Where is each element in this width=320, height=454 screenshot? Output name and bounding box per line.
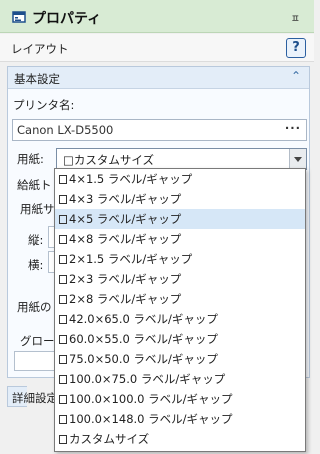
paper-option[interactable]: 2×1.5 ラベル/ギャップ <box>55 249 305 269</box>
paper-select[interactable]: □カスタムサイズ <box>56 148 307 170</box>
detail-settings-header[interactable]: 詳細設定 <box>7 386 58 407</box>
paper-option[interactable]: 4×1.5 ラベル/ギャップ <box>55 169 305 189</box>
paper-orientation-label: 用紙の <box>17 300 52 314</box>
paper-option[interactable]: カスタムサイズ <box>55 429 305 449</box>
basic-settings-title: 基本設定 <box>14 72 60 86</box>
paper-option[interactable]: 4×8 ラベル/ギャップ <box>55 229 305 249</box>
checkbox-icon <box>59 255 67 264</box>
checkbox-icon <box>59 435 67 444</box>
width-label: 横: <box>28 258 44 272</box>
paper-select-value: □カスタムサイズ <box>63 153 155 167</box>
checkbox-icon <box>59 235 67 244</box>
paper-option[interactable]: 75.0×50.0 ラベル/ギャップ <box>55 349 305 369</box>
paper-option[interactable]: 2×3 ラベル/ギャップ <box>55 269 305 289</box>
paper-option-label: 2×8 ラベル/ギャップ <box>69 292 182 306</box>
paper-label: 用紙: <box>17 152 44 166</box>
height-label: 縦: <box>28 233 44 247</box>
paper-option-label: 60.0×55.0 ラベル/ギャップ <box>69 332 218 346</box>
printer-name-field[interactable]: Canon LX-D5500 ··· <box>12 119 307 141</box>
paper-option[interactable]: 100.0×100.0 ラベル/ギャップ <box>55 389 305 409</box>
paper-option-label: 75.0×50.0 ラベル/ギャップ <box>69 352 218 366</box>
layout-label: レイアウト <box>11 42 69 56</box>
printer-name-label: プリンタ名: <box>13 98 75 112</box>
detail-settings-title: 詳細設定 <box>12 391 58 405</box>
paper-option[interactable]: 4×5 ラベル/ギャップ <box>55 209 305 229</box>
printer-name-value: Canon LX-D5500 <box>17 123 114 137</box>
paper-option-label: 4×1.5 ラベル/ギャップ <box>69 172 193 186</box>
paper-option-label: カスタムサイズ <box>69 432 150 446</box>
checkbox-icon <box>59 415 67 424</box>
checkbox-icon <box>59 275 67 284</box>
properties-icon <box>12 11 26 23</box>
paper-option-label: 100.0×100.0 ラベル/ギャップ <box>69 392 233 406</box>
paper-option-label: 42.0×65.0 ラベル/ギャップ <box>69 312 218 326</box>
paper-option[interactable]: 100.0×148.0 ラベル/ギャップ <box>55 409 305 429</box>
checkbox-icon <box>59 175 67 184</box>
checkbox-icon <box>59 375 67 384</box>
chevron-down-icon[interactable] <box>289 149 306 169</box>
layout-toolbar: レイアウト ? <box>0 34 314 62</box>
paper-option[interactable]: 2×8 ラベル/ギャップ <box>55 289 305 309</box>
paper-option-label: 100.0×75.0 ラベル/ギャップ <box>69 372 226 386</box>
paper-option[interactable]: 60.0×55.0 ラベル/ギャップ <box>55 329 305 349</box>
paper-option-label: 2×3 ラベル/ギャップ <box>69 272 182 286</box>
collapse-chevron-icon[interactable]: ⌃ <box>291 69 301 83</box>
checkbox-icon <box>59 295 67 304</box>
checkbox-icon <box>59 395 67 404</box>
paper-option-label: 4×5 ラベル/ギャップ <box>69 212 182 226</box>
pin-icon[interactable]: ㅍ <box>291 10 300 25</box>
paper-size-label: 用紙サ <box>20 202 55 216</box>
title-bar: プロパティ ㅍ <box>0 0 314 33</box>
checkbox-icon <box>59 355 67 364</box>
panel-title: プロパティ <box>32 11 102 27</box>
paper-option[interactable]: 100.0×75.0 ラベル/ギャップ <box>55 369 305 389</box>
paper-option-label: 2×1.5 ラベル/ギャップ <box>69 252 193 266</box>
paper-option-label: 100.0×148.0 ラベル/ギャップ <box>69 412 233 426</box>
checkbox-icon <box>59 315 67 324</box>
checkbox-icon <box>59 215 67 224</box>
help-button[interactable]: ? <box>286 38 306 58</box>
paper-option-label: 4×3 ラベル/ギャップ <box>69 192 182 206</box>
browse-printer-button[interactable]: ··· <box>285 121 301 135</box>
paper-option-label: 4×8 ラベル/ギャップ <box>69 232 182 246</box>
checkbox-icon <box>59 335 67 344</box>
paper-option[interactable]: 4×3 ラベル/ギャップ <box>55 189 305 209</box>
paper-source-label: 給紙ト <box>17 178 52 192</box>
checkbox-icon <box>59 195 67 204</box>
basic-settings-header[interactable]: 基本設定 ⌃ <box>8 67 309 89</box>
paper-option[interactable]: 42.0×65.0 ラベル/ギャップ <box>55 309 305 329</box>
paper-dropdown-list: 4×1.5 ラベル/ギャップ 4×3 ラベル/ギャップ 4×5 ラベル/ギャップ 4×… <box>54 168 306 452</box>
